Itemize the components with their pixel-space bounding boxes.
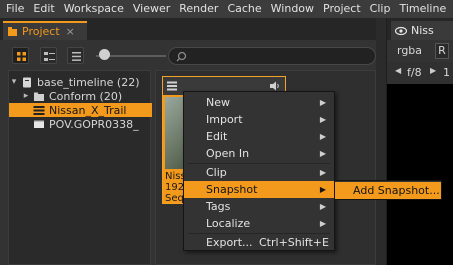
timeline-icon — [23, 77, 31, 87]
project-icon — [8, 27, 17, 36]
tree-item-base-timeline[interactable]: ▾ base_timeline (22) — [9, 75, 152, 89]
menu-render[interactable]: Render — [174, 0, 222, 18]
detail-view-button[interactable] — [40, 47, 57, 64]
menu-item-label: Export... — [206, 236, 253, 249]
menubar: File Edit Workspace Viewer Render Cache … — [0, 0, 453, 18]
channel-r-button[interactable]: R — [435, 43, 449, 59]
menu-item-label: Open In — [206, 147, 250, 160]
menu-item-snapshot[interactable]: Snapshot ▶ — [184, 181, 334, 198]
menu-viewer[interactable]: Viewer — [128, 0, 174, 18]
snapshot-submenu: Add Snapshot... — [334, 180, 442, 200]
channel-dropdown[interactable]: rgba — [397, 44, 422, 57]
menu-item-edit[interactable]: Edit ▶ — [184, 128, 334, 145]
menu-workspace[interactable]: Workspace — [59, 0, 128, 18]
menu-edit[interactable]: Edit — [28, 0, 58, 18]
step-back-icon[interactable]: ◀ — [395, 66, 401, 75]
context-menu: New ▶ Import ▶ Edit ▶ Open In ▶ Clip ▶ S… — [183, 91, 335, 251]
menu-item-import[interactable]: Import ▶ — [184, 111, 334, 128]
menu-item-open-in[interactable]: Open In ▶ — [184, 145, 334, 162]
sequence-icon — [33, 105, 45, 115]
gain-value[interactable]: 1 — [443, 66, 450, 79]
submenu-arrow-icon: ▶ — [319, 185, 326, 194]
project-tabbar: Project × — [0, 18, 376, 40]
menu-cache[interactable]: Cache — [222, 0, 265, 18]
submenu-arrow-icon: ▶ — [319, 149, 326, 158]
menu-item-localize[interactable]: Localize ▶ — [184, 215, 334, 232]
tree-item-pov-gopr0338[interactable]: POV.GOPR0338_ — [21, 117, 164, 131]
submenu-arrow-icon: ▶ — [319, 115, 326, 124]
viewer-toolbar-top: rgba R — [387, 40, 453, 62]
grid-view-icon — [17, 52, 26, 61]
sequence-icon — [167, 81, 177, 91]
submenu-arrow-icon: ▶ — [319, 202, 326, 211]
menu-item-label: Snapshot — [206, 183, 258, 196]
eye-icon — [395, 26, 407, 35]
submenu-arrow-icon: ▶ — [319, 168, 326, 177]
menu-item-label: Clip — [206, 166, 227, 179]
tree-item-label: Conform (20) — [49, 89, 123, 103]
step-forward-icon[interactable]: ▶ — [430, 66, 436, 75]
expander-icon[interactable]: ▸ — [21, 91, 31, 101]
tree-item-label: POV.GOPR0338_ — [49, 117, 139, 131]
tree-item-conform[interactable]: ▸ Conform (20) — [21, 89, 164, 103]
viewer-tabbar: Niss — [387, 18, 453, 40]
menu-item-export[interactable]: Export... Ctrl+Shift+E — [184, 234, 334, 251]
clip-icon — [34, 120, 44, 128]
tab-viewer-label: Niss — [411, 24, 434, 37]
menu-timeline[interactable]: Timeline — [394, 0, 450, 18]
grid-view-button[interactable] — [12, 47, 29, 64]
project-tree: ▾ base_timeline (22) ▸ Conform (20) Niss… — [8, 70, 152, 265]
tree-item-label: base_timeline (22) — [37, 75, 140, 89]
folder-icon — [34, 92, 44, 101]
tree-item-label: Nissan_X_Trail — [49, 103, 127, 117]
list-view-icon — [72, 52, 81, 61]
slider-handle[interactable] — [99, 49, 110, 60]
menu-item-new[interactable]: New ▶ — [184, 94, 334, 111]
list-view-button[interactable] — [67, 47, 84, 64]
expander-icon[interactable]: ▾ — [9, 77, 19, 87]
menu-window[interactable]: Window — [266, 0, 318, 18]
close-icon[interactable]: × — [66, 25, 75, 38]
menu-item-tags[interactable]: Tags ▶ — [184, 198, 334, 215]
tab-project-label: Project — [22, 25, 60, 38]
menu-clip[interactable]: Clip — [365, 0, 395, 18]
fstop-value[interactable]: f/8 — [407, 66, 422, 79]
menu-item-label: New — [206, 96, 230, 109]
search-input[interactable] — [168, 47, 376, 65]
search-icon — [176, 51, 187, 62]
viewer-panel: Niss rgba R ◀ f/8 ▶ 1 — [386, 18, 453, 265]
menu-item-add-snapshot[interactable]: Add Snapshot... — [335, 182, 441, 199]
menu-item-label: Edit — [206, 130, 228, 143]
submenu-arrow-icon: ▶ — [319, 98, 326, 107]
submenu-arrow-icon: ▶ — [319, 219, 326, 228]
menu-item-clip[interactable]: Clip ▶ — [184, 164, 334, 181]
audio-icon — [270, 81, 279, 91]
menu-item-shortcut: Ctrl+Shift+E — [259, 236, 329, 249]
viewer-canvas[interactable] — [387, 84, 453, 265]
menu-item-label: Import — [206, 113, 243, 126]
tab-project[interactable]: Project × — [3, 21, 87, 40]
project-toolbar — [0, 40, 376, 70]
menu-file[interactable]: File — [0, 0, 28, 18]
menu-item-label: Tags — [206, 200, 231, 213]
viewer-toolbar-bottom: ◀ f/8 ▶ 1 — [387, 62, 453, 84]
menu-project[interactable]: Project — [318, 0, 365, 18]
submenu-arrow-icon: ▶ — [319, 132, 326, 141]
detail-view-icon — [44, 52, 55, 61]
menu-item-label: Localize — [206, 217, 251, 230]
tab-viewer[interactable]: Niss — [391, 21, 453, 40]
tree-item-nissan-x-trail[interactable]: Nissan_X_Trail — [9, 103, 152, 117]
